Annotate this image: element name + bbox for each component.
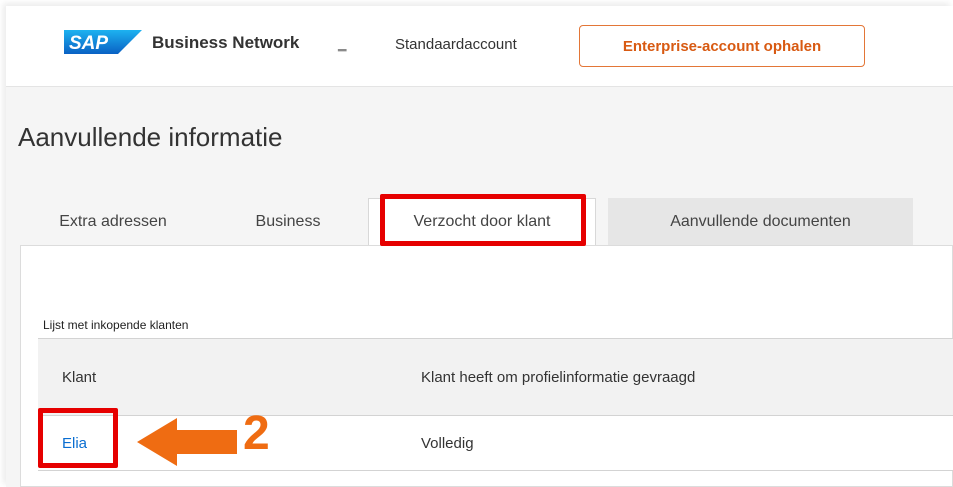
- get-enterprise-account-button[interactable]: Enterprise-account ophalen: [579, 25, 865, 67]
- table-header: Klant Klant heeft om profielinformatie g…: [38, 338, 953, 416]
- tab-extra-addresses[interactable]: Extra adressen: [18, 198, 208, 245]
- tab-highlight-box: [380, 194, 586, 246]
- tab-business[interactable]: Business: [218, 198, 358, 245]
- chevron-down-icon[interactable]: ━: [338, 42, 346, 59]
- row-highlight-box: [38, 408, 118, 468]
- profile-status: Volledig: [421, 434, 474, 452]
- arrow-left-icon: [137, 418, 237, 466]
- column-header-customer[interactable]: Klant: [62, 339, 96, 415]
- product-name[interactable]: Business Network: [152, 33, 299, 53]
- column-header-profile-requested[interactable]: Klant heeft om profielinformatie gevraag…: [421, 339, 695, 415]
- step-number: 2: [243, 407, 270, 460]
- page-title: Aanvullende informatie: [18, 122, 283, 152]
- tab-additional-documents[interactable]: Aanvullende documenten: [608, 198, 913, 245]
- list-title: Lijst met inkopende klanten: [43, 318, 189, 332]
- sap-logo-text: SAP: [69, 33, 108, 54]
- account-type-label: Standaardaccount: [395, 36, 517, 53]
- sap-logo[interactable]: SAP: [64, 30, 142, 54]
